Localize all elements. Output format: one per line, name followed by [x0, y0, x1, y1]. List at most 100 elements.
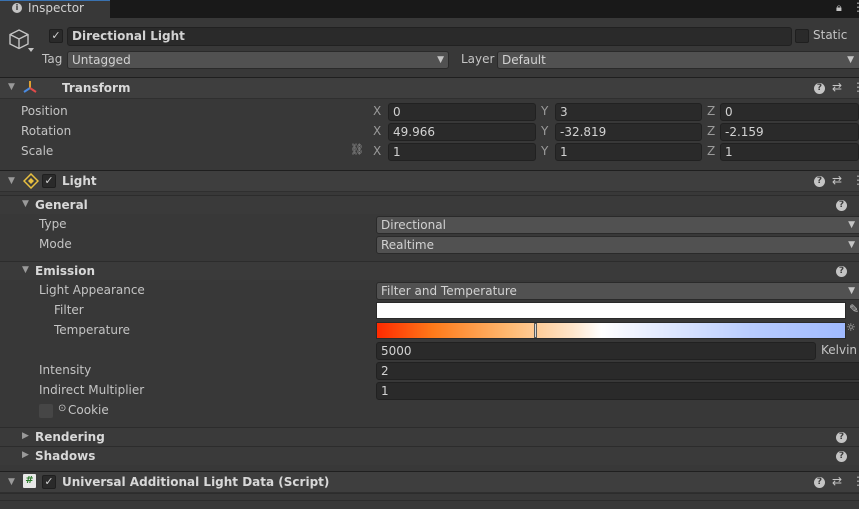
constrain-proportions-icon[interactable]: ⛓ — [350, 143, 364, 156]
axis-z-label[interactable]: Z — [707, 124, 715, 138]
shadows-section-header[interactable]: ▶ Shadows ? — [0, 446, 859, 465]
cookie-thumbnail[interactable] — [39, 404, 53, 418]
more-menu-icon[interactable]: ⋮ — [852, 0, 859, 14]
preset-icon[interactable]: ⇄ — [832, 474, 842, 488]
foldout-expanded-icon[interactable]: ▼ — [8, 82, 15, 92]
temperature-slider[interactable] — [376, 322, 846, 339]
tab-inspector-label: Inspector — [28, 1, 84, 15]
filter-label: Filter — [54, 303, 84, 317]
help-icon[interactable]: ? — [836, 451, 847, 462]
object-picker-icon[interactable]: ⊙ — [58, 403, 66, 414]
axis-z-label[interactable]: Z — [707, 144, 715, 158]
position-y-input[interactable]: 3 — [555, 103, 702, 121]
rotation-label: Rotation — [21, 124, 72, 138]
transform-header[interactable]: ▼ Transform ? ⇄ ⋮ — [0, 77, 859, 99]
script-enabled-checkbox[interactable]: ✓ — [42, 475, 56, 489]
intensity-label: Intensity — [39, 363, 92, 377]
type-dropdown[interactable]: Directional ▼ — [376, 216, 859, 234]
foldout-expanded-icon[interactable]: ▼ — [8, 477, 15, 487]
scale-y-input[interactable]: 1 — [555, 143, 702, 161]
component-menu-icon[interactable]: ⋮ — [852, 474, 859, 488]
component-menu-icon[interactable]: ⋮ — [852, 173, 859, 187]
tab-inspector[interactable]: i Inspector — [0, 0, 110, 18]
layer-value: Default — [502, 53, 546, 67]
help-icon[interactable]: ? — [836, 200, 847, 211]
help-icon[interactable]: ? — [814, 477, 825, 488]
script-icon: # — [23, 474, 36, 488]
tag-value: Untagged — [72, 53, 131, 67]
chevron-down-icon: ▼ — [848, 220, 855, 230]
script-component-title: Universal Additional Light Data (Script) — [62, 475, 330, 489]
help-icon[interactable]: ? — [836, 266, 847, 277]
emission-section-header[interactable]: ▼ Emission ? — [0, 261, 859, 280]
rotation-z-input[interactable]: -2.159 — [720, 123, 859, 141]
scale-z-input[interactable]: 1 — [720, 143, 859, 161]
indirect-multiplier-label: Indirect Multiplier — [39, 383, 145, 397]
help-icon[interactable]: ? — [836, 432, 847, 443]
foldout-collapsed-icon[interactable]: ▶ — [22, 450, 29, 460]
gameobject-name-input[interactable]: Directional Light — [67, 27, 792, 46]
transform-icon — [22, 79, 38, 98]
shadows-title: Shadows — [35, 449, 96, 463]
scale-label: Scale — [21, 144, 54, 158]
divider — [0, 493, 859, 494]
rendering-title: Rendering — [35, 430, 105, 444]
divider — [0, 500, 859, 501]
axis-x-label[interactable]: X — [373, 104, 381, 118]
indirect-multiplier-input[interactable]: 1 — [376, 382, 859, 400]
scale-x-input[interactable]: 1 — [388, 143, 536, 161]
help-icon[interactable]: ? — [814, 176, 825, 187]
eyedropper-icon[interactable]: ✎ — [849, 302, 859, 316]
chevron-down-icon: ▼ — [847, 55, 854, 65]
position-x-input[interactable]: 0 — [388, 103, 536, 121]
general-section-header[interactable]: ▼ General ? — [0, 195, 859, 214]
light-header[interactable]: ▼ ✓ Light ? ⇄ ⋮ — [0, 170, 859, 192]
gameobject-icon[interactable] — [8, 27, 34, 55]
axis-y-label[interactable]: Y — [541, 124, 548, 138]
static-label: Static — [813, 28, 848, 42]
axis-x-label[interactable]: X — [373, 124, 381, 138]
rotation-x-input[interactable]: 49.966 — [388, 123, 536, 141]
component-menu-icon[interactable]: ⋮ — [852, 80, 859, 94]
rendering-section-header[interactable]: ▶ Rendering ? — [0, 427, 859, 446]
script-component-header[interactable]: ▼ # ✓ Universal Additional Light Data (S… — [0, 471, 859, 493]
layer-dropdown[interactable]: Default ▼ — [497, 51, 859, 69]
temperature-unit: Kelvin — [821, 343, 858, 357]
foldout-expanded-icon[interactable]: ▼ — [22, 199, 29, 209]
axis-y-label[interactable]: Y — [541, 144, 548, 158]
transform-title: Transform — [62, 81, 131, 95]
preset-icon[interactable]: ⇄ — [832, 80, 842, 94]
tag-dropdown[interactable]: Untagged ▼ — [67, 51, 449, 69]
chevron-down-icon: ▼ — [437, 55, 444, 65]
lock-icon[interactable]: 🔒︎ — [836, 1, 842, 15]
axis-z-label[interactable]: Z — [707, 104, 715, 118]
position-z-input[interactable]: 0 — [720, 103, 859, 121]
light-enabled-checkbox[interactable]: ✓ — [42, 174, 56, 188]
mode-label: Mode — [39, 237, 72, 251]
info-icon: i — [12, 3, 22, 13]
intensity-input[interactable]: 2 — [376, 362, 859, 380]
mode-value: Realtime — [381, 238, 434, 252]
temperature-input[interactable]: 5000 — [376, 342, 816, 360]
temperature-label: Temperature — [54, 323, 131, 337]
filter-color-swatch[interactable] — [376, 302, 846, 319]
rotation-y-input[interactable]: -32.819 — [555, 123, 702, 141]
layer-label: Layer — [461, 52, 495, 66]
axis-y-label[interactable]: Y — [541, 104, 548, 118]
chevron-down-icon: ▼ — [848, 240, 855, 250]
temperature-slider-handle[interactable] — [534, 323, 537, 338]
emission-title: Emission — [35, 264, 95, 278]
foldout-expanded-icon[interactable]: ▼ — [22, 265, 29, 275]
preset-icon[interactable]: ⇄ — [832, 173, 842, 187]
foldout-expanded-icon[interactable]: ▼ — [8, 176, 15, 186]
light-appearance-dropdown[interactable]: Filter and Temperature ▼ — [376, 282, 859, 300]
light-icon — [22, 172, 40, 192]
active-checkbox[interactable]: ✓ — [49, 29, 63, 43]
light-appearance-value: Filter and Temperature — [381, 284, 517, 298]
foldout-collapsed-icon[interactable]: ▶ — [22, 431, 29, 441]
help-icon[interactable]: ? — [814, 83, 825, 94]
static-checkbox[interactable] — [795, 29, 809, 43]
mode-dropdown[interactable]: Realtime ▼ — [376, 236, 859, 254]
axis-x-label[interactable]: X — [373, 144, 381, 158]
light-title: Light — [62, 174, 97, 188]
